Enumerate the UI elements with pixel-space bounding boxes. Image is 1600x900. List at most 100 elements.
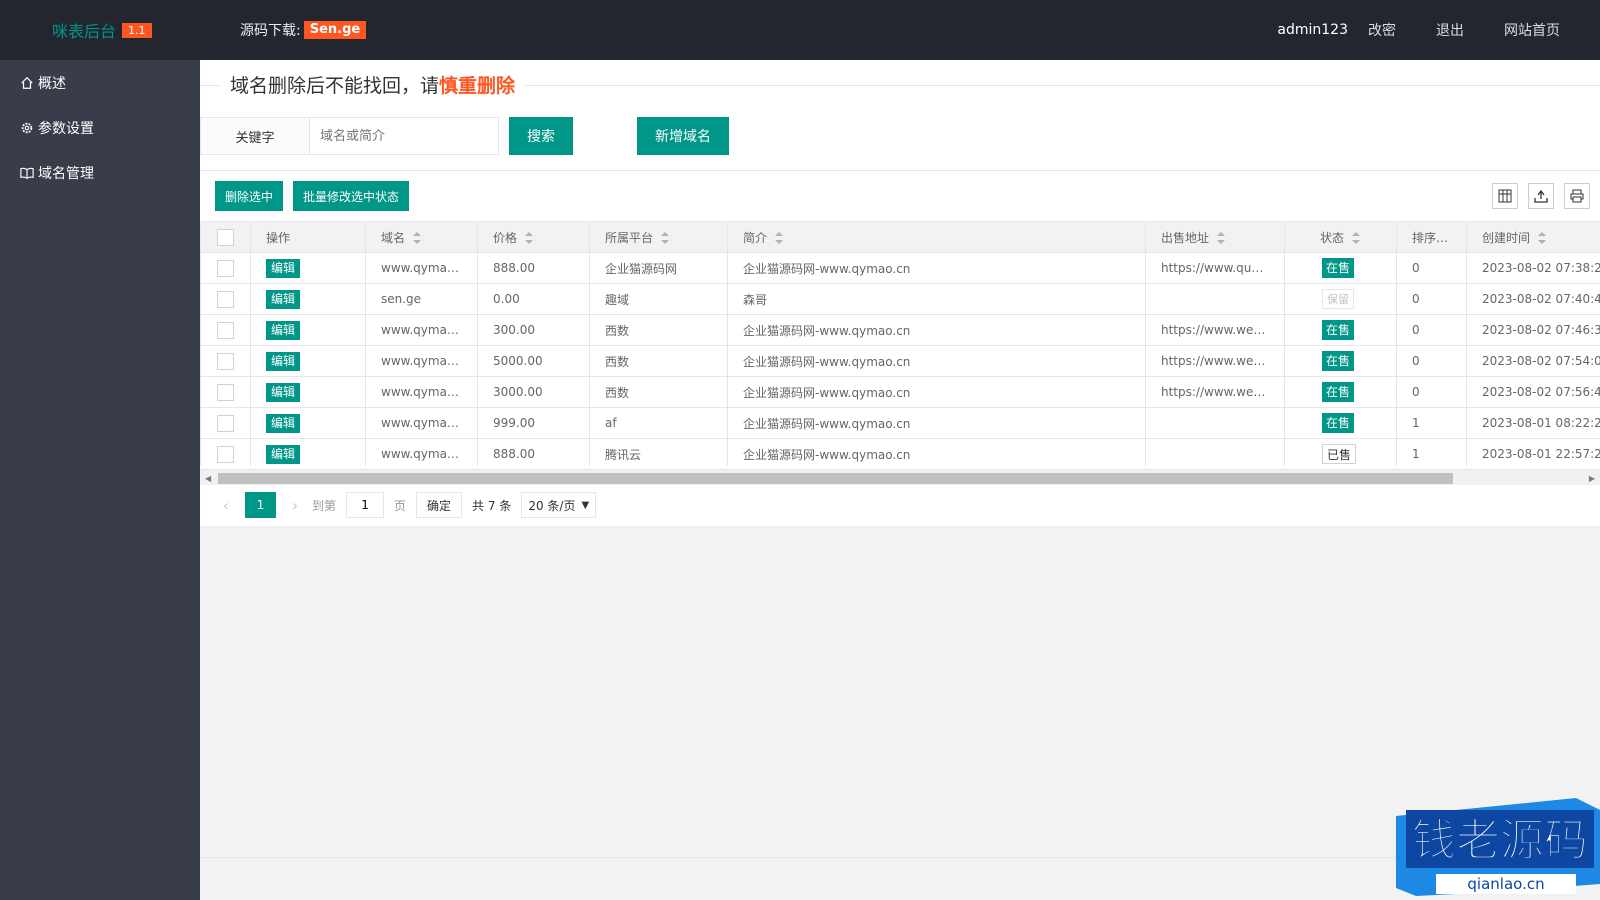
col-header-label: 状态 [1320,230,1345,245]
status-badge: 在售 [1322,351,1355,371]
cell-sort: 0 [1396,252,1467,284]
username[interactable]: admin123 [1277,22,1348,38]
logo[interactable]: 咪表后台 1.1 [52,18,152,42]
cell-created: 2023-08-01 22:57:29 [1466,438,1600,466]
sort-icon[interactable] [661,232,670,244]
col-header-url[interactable]: 出售地址 [1145,221,1285,253]
cell-domain: www.qymao.cn [365,252,478,284]
source-link[interactable]: Sen.ge [303,21,367,39]
cell-domain: www.qymao.cn [365,376,478,408]
delete-selected-button[interactable]: 删除选中 [215,181,284,211]
sidebar-item-overview[interactable]: 概述 [0,60,200,105]
home-icon [21,76,33,89]
edit-button[interactable]: 编辑 [266,351,301,371]
cell-url: https://www.quyu.... [1145,252,1285,284]
cell-platform: 趣域 [589,283,728,315]
scrollbar-thumb[interactable] [218,473,1453,484]
row-checkbox[interactable] [217,321,234,339]
site-home-link[interactable]: 网站首页 [1504,20,1560,40]
row-checkbox[interactable] [217,259,234,277]
sort-icon[interactable] [1217,232,1226,244]
gear-icon [21,122,33,133]
cell-created: 2023-08-02 07:46:37 [1466,314,1600,346]
search-button[interactable]: 搜索 [509,117,573,155]
sort-icon[interactable] [775,232,784,244]
cell-url [1145,283,1285,315]
edit-button[interactable]: 编辑 [266,320,301,340]
edit-button[interactable]: 编辑 [266,444,301,464]
sidebar-item-domains[interactable]: 域名管理 [0,150,200,195]
cell-sort: 0 [1396,345,1467,377]
col-header-intro[interactable]: 简介 [727,221,1146,253]
cell-intro: 企业猫源码网-www.qymao.cn [727,252,1146,284]
row-checkbox[interactable] [217,290,234,308]
status-badge: 在售 [1322,413,1355,433]
cell-intro: 企业猫源码网-www.qymao.cn [727,407,1146,439]
sidebar-item-label: 域名管理 [38,165,94,182]
col-header-label: 所属平台 [605,230,654,245]
col-header-price[interactable]: 价格 [477,221,590,253]
cell-created: 2023-08-02 07:38:29 [1466,252,1600,284]
column-filter-button[interactable] [1492,183,1518,209]
col-header-domain[interactable]: 域名 [365,221,478,253]
per-page-select[interactable]: 20 条/页 ▼ [521,492,597,518]
sort-icon[interactable] [1352,232,1361,244]
status-badge: 已售 [1322,444,1357,464]
keyword-input[interactable] [309,117,499,155]
col-header-sort[interactable]: 排序 [1396,221,1467,253]
row-checkbox[interactable] [217,352,234,370]
col-header-label: 操作 [266,230,291,245]
row-checkbox[interactable] [217,445,234,463]
next-page-icon[interactable]: › [284,496,306,515]
export-button[interactable] [1528,183,1554,209]
source-download: 源码下载: Sen.ge [240,20,367,40]
edit-button[interactable]: 编辑 [266,289,301,309]
table-row: 编辑 删除 www.qymao.cn 300.00 西数 企业猫源码网-www.qymao… [200,314,1600,346]
top-nav: admin123 改密 退出 网站首页 [1277,0,1600,60]
col-header-label: 出售地址 [1161,230,1210,245]
table-row: 编辑 删除 www.qymao.cn 888.00 腾讯云 企业猫源码网-www.qyma… [200,438,1600,466]
page-current[interactable]: 1 [245,492,276,518]
cell-domain: www.qymao.cn [365,345,478,377]
col-header-label: 价格 [493,230,518,245]
sort-icon[interactable] [525,232,534,244]
sidebar-item-settings[interactable]: 参数设置 [0,105,200,150]
col-header-status[interactable]: 状态 [1284,221,1397,253]
table-row: 编辑 删除 www.qymao.cn 5000.00 西数 企业猫源码网-www.qyma… [200,345,1600,377]
horizontal-scrollbar[interactable]: ◀ ▶ [200,469,1600,485]
edit-button[interactable]: 编辑 [266,258,301,278]
cell-intro: 企业猫源码网-www.qymao.cn [727,438,1146,466]
cell-price: 3000.00 [477,376,590,408]
cell-sort: 1 [1396,407,1467,439]
cell-price: 999.00 [477,407,590,439]
row-checkbox[interactable] [217,383,234,401]
book-icon [20,167,34,179]
cell-sort: 1 [1396,438,1467,466]
col-header-created[interactable]: 创建时间 [1466,221,1600,253]
per-page-value: 20 条/页 [528,498,576,513]
cell-intro: 企业猫源码网-www.qymao.cn [727,376,1146,408]
columns-icon [1498,189,1512,203]
cell-intro: 企业猫源码网-www.qymao.cn [727,345,1146,377]
prev-page-icon[interactable]: ‹ [215,496,237,515]
scroll-right-icon[interactable]: ▶ [1589,474,1595,483]
cell-domain: www.qymao.cn [365,407,478,439]
goto-confirm-button[interactable]: 确定 [416,492,463,518]
batch-status-button[interactable]: 批量修改选中状态 [293,181,410,211]
scroll-left-icon[interactable]: ◀ [205,474,211,483]
add-domain-button[interactable]: 新增域名 [637,117,729,155]
cell-created: 2023-08-02 07:56:46 [1466,376,1600,408]
sort-icon[interactable] [1538,232,1547,244]
domain-table: 操作 域名 价格 所属平台 简介 出售地址 状态 排序 创建时间 编辑 删除 www… [200,221,1600,466]
col-header-platform[interactable]: 所属平台 [589,221,728,253]
source-label: 源码下载: [240,23,301,39]
edit-button[interactable]: 编辑 [266,413,301,433]
change-password-link[interactable]: 改密 [1368,20,1396,40]
row-checkbox[interactable] [217,414,234,432]
select-all-checkbox[interactable] [217,228,234,246]
logout-link[interactable]: 退出 [1436,20,1464,40]
goto-page-input[interactable] [346,492,385,518]
sort-icon[interactable] [413,232,422,244]
print-button[interactable] [1564,183,1590,209]
edit-button[interactable]: 编辑 [266,382,301,402]
